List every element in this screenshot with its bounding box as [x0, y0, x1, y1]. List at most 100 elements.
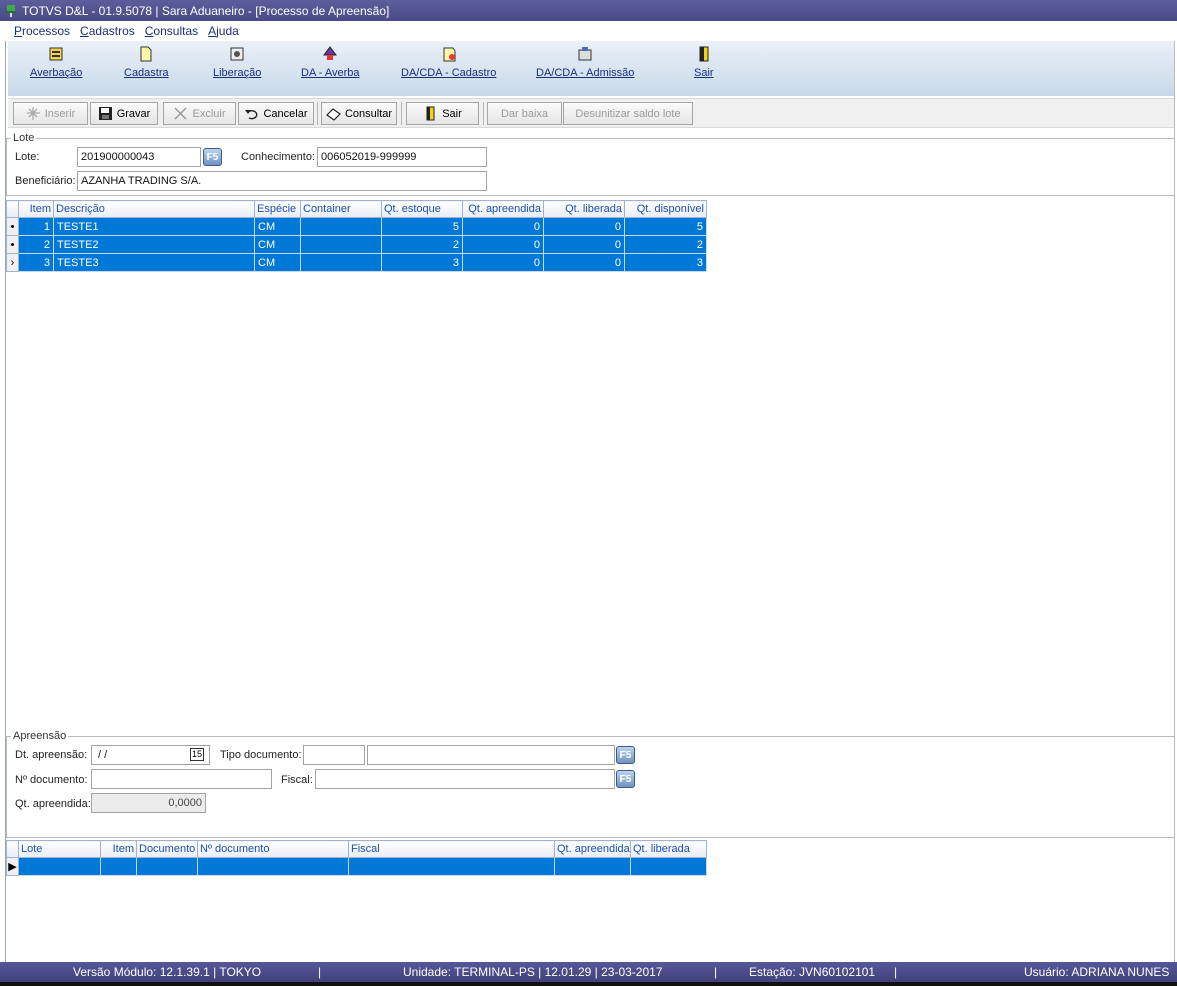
menu-processos[interactable]: Processos: [14, 24, 70, 38]
status-unidade: Unidade: TERMINAL-PS | 12.01.29 | 23-03-…: [403, 965, 663, 979]
menu-cadastros[interactable]: Cadastros: [80, 24, 135, 38]
cell-descricao: TESTE1: [53, 217, 255, 236]
apreensao-group-title: Apreensão: [11, 730, 69, 742]
inserir-button[interactable]: Inserir: [13, 102, 88, 125]
undo-arrow-icon: [245, 109, 258, 120]
cda-cadastro-icon: [443, 47, 456, 62]
cell-qt-disponivel: 2: [624, 235, 707, 254]
col-qt-apreendida[interactable]: Qt. apreendida: [554, 840, 631, 858]
cancelar-button[interactable]: Cancelar: [238, 102, 314, 125]
col-fiscal[interactable]: Fiscal: [348, 840, 555, 858]
cell-item: [100, 857, 137, 876]
beneficiario-input[interactable]: [77, 171, 487, 191]
cell-container: [300, 253, 382, 272]
status-separator: |: [318, 965, 322, 979]
qt-apreendida-label: Qt. apreendida:: [15, 798, 91, 810]
cell-qt-liberada: 0: [543, 217, 625, 236]
col-n-documento[interactable]: Nº documento: [197, 840, 349, 858]
excluir-button[interactable]: Excluir: [163, 102, 236, 125]
toolbar-da-averba[interactable]: DA - Averba: [301, 45, 360, 79]
cell-qt-liberada: 0: [543, 253, 625, 272]
calendar-icon[interactable]: 15: [190, 748, 204, 761]
cell-qt-disponivel: 5: [624, 217, 707, 236]
action-bar: Inserir Gravar Excluir Cancelar Consulta…: [8, 98, 1177, 128]
table-row[interactable]: • 2 TESTE2 CM 2 0 0 2: [6, 235, 707, 254]
save-disk-icon: [98, 107, 112, 120]
toolbar-averbacao[interactable]: Averbação: [30, 45, 82, 79]
col-especie[interactable]: Espécie: [254, 200, 301, 218]
toolbar-liberacao[interactable]: Liberação: [213, 45, 261, 79]
cell-especie: CM: [254, 235, 301, 254]
cell-item: 1: [18, 217, 54, 236]
cell-descricao: TESTE3: [53, 253, 255, 272]
cadastra-icon: [140, 46, 152, 62]
items-table[interactable]: Item Descrição Espécie Container Qt. est…: [6, 200, 707, 272]
menu-ajuda[interactable]: Ajuda: [208, 24, 239, 38]
qt-apreendida-input: [91, 793, 206, 813]
sair-button[interactable]: Sair: [406, 102, 479, 125]
dar-baixa-button[interactable]: Dar baixa: [487, 102, 562, 125]
row-bullet-icon: •: [6, 217, 19, 236]
table-row[interactable]: • 1 TESTE1 CM 5 0 0 5: [6, 217, 707, 236]
apreensao-table[interactable]: Lote Item Documento Nº documento Fiscal …: [6, 840, 707, 876]
cell-qt-estoque: 5: [381, 217, 463, 236]
status-estacao: Estação: JVN60102101: [749, 965, 876, 979]
da-averba-icon: [323, 46, 338, 60]
lote-input[interactable]: [77, 147, 201, 167]
cell-especie: CM: [254, 217, 301, 236]
menu-consultas[interactable]: Consultas: [145, 24, 198, 38]
cell-documento: [136, 857, 198, 876]
col-qt-apreendida[interactable]: Qt. apreendida: [462, 200, 544, 218]
consultar-button[interactable]: Consultar: [321, 102, 397, 125]
dt-apreensao-label: Dt. apreensão:: [15, 749, 88, 761]
delete-x-icon: [174, 107, 188, 120]
n-documento-input[interactable]: [91, 769, 272, 789]
table-row[interactable]: ▶: [6, 857, 707, 876]
cell-qt-disponivel: 3: [624, 253, 707, 272]
bottom-edge: [0, 982, 1177, 986]
fiscal-lookup-button[interactable]: F5: [616, 770, 635, 788]
exit-door-icon: [426, 106, 435, 121]
toolbar-cda-admissao[interactable]: DA/CDA - Admissão: [536, 45, 634, 79]
status-versao: Versão Módulo: 12.1.39.1 | TOKYO: [73, 965, 262, 979]
col-documento[interactable]: Documento: [136, 840, 198, 858]
n-documento-label: Nº documento:: [15, 774, 88, 786]
conhecimento-input[interactable]: [317, 147, 487, 167]
col-qt-liberada[interactable]: Qt. liberada: [630, 840, 707, 858]
cell-qt-estoque: 2: [381, 235, 463, 254]
module-toolstrip: Averbação Cadastra Liberação DA - Averba…: [8, 41, 1177, 96]
cell-descricao: TESTE2: [53, 235, 255, 254]
toolbar-cadastra[interactable]: Cadastra: [124, 45, 169, 79]
col-qt-liberada[interactable]: Qt. liberada: [543, 200, 625, 218]
col-item[interactable]: Item: [18, 200, 54, 218]
col-descricao[interactable]: Descrição: [53, 200, 255, 218]
insert-sparkle-icon: [26, 107, 40, 120]
lote-label: Lote:: [15, 151, 40, 163]
col-lote[interactable]: Lote: [18, 840, 101, 858]
fiscal-label: Fiscal:: [281, 774, 313, 786]
cell-qt-apreendida: [554, 857, 631, 876]
cell-qt-apreendida: 0: [462, 217, 544, 236]
col-container[interactable]: Container: [300, 200, 382, 218]
tipo-documento-desc-input[interactable]: [367, 745, 615, 765]
col-item[interactable]: Item: [100, 840, 137, 858]
gravar-button[interactable]: Gravar: [90, 102, 158, 125]
desunitizar-saldo-lote-button[interactable]: Desunitizar saldo lote: [563, 102, 693, 125]
toolbar-sair[interactable]: Sair: [694, 45, 714, 79]
row-bullet-icon: •: [6, 235, 19, 254]
liberacao-icon: [230, 47, 244, 61]
fiscal-input[interactable]: [315, 769, 615, 789]
status-usuario: Usuário: ADRIANA NUNES: [1024, 965, 1170, 979]
toolbar-cda-cadastro[interactable]: DA/CDA - Cadastro: [401, 45, 496, 79]
lote-lookup-button[interactable]: F5: [203, 148, 222, 166]
toolbar-separator: [483, 102, 484, 125]
tipo-documento-lookup-button[interactable]: F5: [616, 746, 635, 764]
col-qt-disponivel[interactable]: Qt. disponível: [624, 200, 707, 218]
col-qt-estoque[interactable]: Qt. estoque: [381, 200, 463, 218]
tipo-documento-code-input[interactable]: [303, 745, 365, 765]
cell-n-documento: [197, 857, 349, 876]
averbacao-icon: [49, 47, 63, 61]
app-icon: [6, 4, 16, 17]
table-row[interactable]: › 3 TESTE3 CM 3 0 0 3: [6, 253, 707, 272]
status-separator: |: [714, 965, 718, 979]
